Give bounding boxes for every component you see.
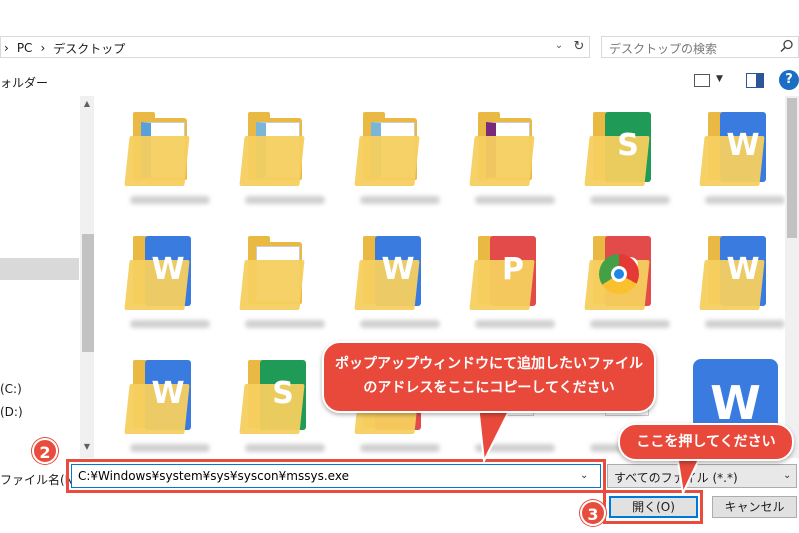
folder-icon xyxy=(354,136,420,186)
nav-selected-item[interactable] xyxy=(0,258,79,280)
bubble2-pointer xyxy=(675,455,703,495)
bubble1-line1: ポップアップウィンドウにて追加したいファイル xyxy=(335,356,643,372)
instruction-bubble-2: ここを押してください xyxy=(618,423,794,461)
app-letter-icon: W xyxy=(381,252,415,287)
breadcrumb-separator: › xyxy=(40,41,46,55)
new-folder-button[interactable]: ォルダー xyxy=(0,74,48,91)
file-name-blurred xyxy=(590,320,670,328)
scroll-down-icon[interactable]: ▼ xyxy=(80,440,94,454)
breadcrumb-desktop[interactable]: デスクトップ xyxy=(53,40,125,57)
app-letter-icon: W xyxy=(726,252,760,287)
app-letter-icon: W xyxy=(726,128,760,163)
file-name-blurred xyxy=(360,320,440,328)
file-name-blurred xyxy=(245,320,325,328)
file-tile[interactable] xyxy=(115,100,225,220)
file-name-blurred xyxy=(245,444,325,452)
refresh-icon[interactable]: ↻ xyxy=(570,37,588,57)
file-name-blurred xyxy=(130,320,210,328)
file-tile[interactable]: W xyxy=(115,348,225,458)
breadcrumb: › PC › デスクトップ xyxy=(4,40,125,56)
file-name-blurred xyxy=(360,196,440,204)
chevron-down-icon[interactable]: ▼ xyxy=(716,74,723,84)
file-name-blurred xyxy=(590,196,670,204)
breadcrumb-pc[interactable]: PC xyxy=(17,41,33,55)
file-name-blurred xyxy=(705,320,785,328)
file-tile[interactable]: W xyxy=(690,100,799,220)
nav-drive-c[interactable]: (C:) xyxy=(0,382,22,396)
file-tile[interactable]: W xyxy=(115,224,225,344)
chevron-down-icon[interactable]: ⌄ xyxy=(552,40,566,54)
file-tile[interactable]: S xyxy=(575,100,685,220)
highlight-frame-open xyxy=(603,490,703,524)
folder-icon xyxy=(469,136,535,186)
folder-icon xyxy=(124,136,190,186)
grid-scroll-thumb[interactable] xyxy=(787,98,797,238)
breadcrumb-separator: › xyxy=(4,41,9,55)
file-name-blurred xyxy=(475,320,555,328)
search-placeholder: デスクトップの検索 xyxy=(609,42,718,56)
file-name-blurred xyxy=(360,444,440,452)
instruction-bubble-1: ポップアップウィンドウにて追加したいファイル のアドレスをここにコピーしてくださ… xyxy=(322,341,656,413)
file-name-blurred xyxy=(130,196,210,204)
file-name-blurred xyxy=(705,196,785,204)
file-name-blurred xyxy=(475,196,555,204)
file-name-blurred xyxy=(130,444,210,452)
app-letter-icon: W xyxy=(151,376,185,411)
file-tile[interactable] xyxy=(345,100,455,220)
folder-icon xyxy=(239,260,305,310)
preview-pane-icon[interactable] xyxy=(746,73,764,88)
chevron-down-icon[interactable]: ⌄ xyxy=(783,470,791,481)
file-tile[interactable]: W xyxy=(345,224,455,344)
cancel-button[interactable]: キャンセル xyxy=(712,496,797,518)
step-2-badge: 2 xyxy=(32,438,58,464)
app-letter-icon: S xyxy=(272,376,294,411)
step-3-badge: 3 xyxy=(580,500,606,526)
help-icon[interactable]: ? xyxy=(779,70,799,90)
nav-drive-d[interactable]: (D:) xyxy=(0,405,23,419)
app-letter-icon: S xyxy=(617,128,639,163)
scroll-up-icon[interactable]: ▲ xyxy=(80,97,94,111)
chrome-icon xyxy=(611,266,627,282)
app-letter-icon: P xyxy=(502,252,524,287)
file-name-blurred xyxy=(245,196,325,204)
file-tile[interactable]: W xyxy=(690,224,799,344)
bubble1-pointer xyxy=(476,405,514,465)
wps-letter-icon: W xyxy=(710,376,761,430)
file-tile[interactable] xyxy=(460,100,570,220)
nav-scroll-thumb[interactable] xyxy=(82,234,94,352)
folder-icon xyxy=(239,136,305,186)
file-tile[interactable] xyxy=(230,100,340,220)
search-icon[interactable] xyxy=(780,39,794,53)
view-icon[interactable] xyxy=(694,74,710,87)
file-tile[interactable]: P xyxy=(460,224,570,344)
file-tile[interactable]: P xyxy=(575,224,685,344)
app-letter-icon: W xyxy=(151,252,185,287)
file-tile[interactable] xyxy=(230,224,340,344)
bubble1-line2: のアドレスをここにコピーしてください xyxy=(363,380,615,396)
